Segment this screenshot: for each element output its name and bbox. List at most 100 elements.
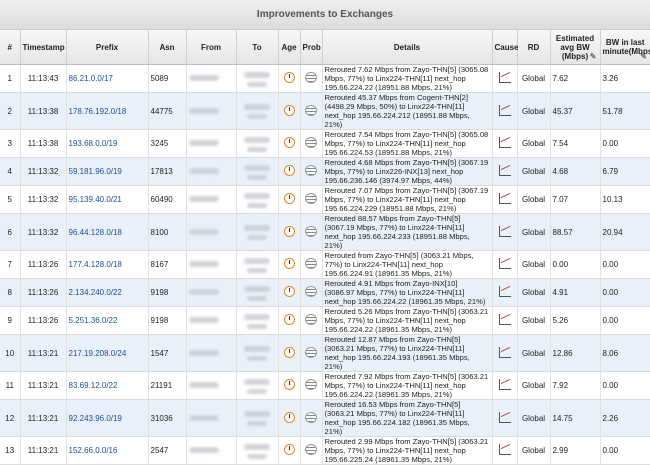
- line-chart-icon[interactable]: [499, 286, 511, 297]
- line-chart-icon[interactable]: [499, 137, 511, 148]
- clock-icon[interactable]: [284, 105, 295, 116]
- clock-icon[interactable]: [284, 444, 295, 455]
- line-chart-icon[interactable]: [499, 412, 511, 423]
- line-chart-icon[interactable]: [499, 444, 511, 455]
- col-header-from[interactable]: From: [186, 30, 236, 65]
- table-row[interactable]: 4 11:13:32 59.181.96.0/19 17813 Rerouted…: [0, 158, 650, 186]
- prefix-link[interactable]: 95.139.40.0/21: [69, 195, 122, 204]
- redacted-to: [244, 225, 270, 231]
- prefix-cell: 86.21.0.0/17: [66, 65, 148, 93]
- clock-icon[interactable]: [284, 314, 295, 325]
- clock-icon[interactable]: [284, 347, 295, 358]
- clock-icon[interactable]: [284, 286, 295, 297]
- clock-icon[interactable]: [284, 72, 295, 83]
- table-row[interactable]: 2 11:13:38 178.76.192.0/18 44775 Reroute…: [0, 93, 650, 130]
- probe-icon[interactable]: [305, 347, 317, 358]
- table-row[interactable]: 5 11:13:32 95.139.40.0/21 60490 Rerouted…: [0, 186, 650, 214]
- probe-icon[interactable]: [305, 105, 317, 116]
- to-cell: [236, 186, 278, 214]
- from-cell: [186, 437, 236, 465]
- redacted-to: [247, 356, 267, 361]
- prefix-link[interactable]: 178.76.192.0/18: [69, 107, 127, 116]
- prefix-link[interactable]: 2.134.240.0/22: [69, 288, 122, 297]
- line-chart-icon[interactable]: [499, 379, 511, 390]
- probe-icon[interactable]: [305, 412, 317, 423]
- line-chart-icon[interactable]: [499, 226, 511, 237]
- col-header-timestamp[interactable]: Timestamp: [20, 30, 66, 65]
- line-chart-icon[interactable]: [499, 72, 511, 83]
- probe-icon[interactable]: [305, 286, 317, 297]
- prefix-link[interactable]: 5.251.36.0/22: [69, 316, 118, 325]
- col-header-bw-last-minute[interactable]: BW in last minute(Mbps) ✎: [600, 30, 650, 65]
- prefix-link[interactable]: 86.21.0.0/17: [69, 74, 113, 83]
- line-chart-icon[interactable]: [499, 347, 511, 358]
- table-row[interactable]: 3 11:13:38 193.68.0.0/19 3245 Rerouted 7…: [0, 130, 650, 158]
- probe-icon[interactable]: [305, 258, 317, 269]
- clock-icon[interactable]: [284, 137, 295, 148]
- clock-icon[interactable]: [284, 379, 295, 390]
- rd-cell: Global: [517, 130, 550, 158]
- col-header-prefix[interactable]: Prefix: [66, 30, 148, 65]
- asn-cell: 5089: [148, 65, 186, 93]
- probe-icon[interactable]: [305, 226, 317, 237]
- probe-icon[interactable]: [305, 444, 317, 455]
- table-row[interactable]: 1 11:13:43 86.21.0.0/17 5089 Rerouted 7.…: [0, 65, 650, 93]
- row-number: 5: [0, 186, 20, 214]
- col-header-to[interactable]: To: [236, 30, 278, 65]
- col-header-estimated-avg-bw[interactable]: Estimated avg BW (Mbps) ✎: [550, 30, 600, 65]
- col-header-rd[interactable]: RD: [517, 30, 550, 65]
- pencil-icon[interactable]: ✎: [640, 52, 647, 61]
- row-number: 1: [0, 65, 20, 93]
- table-row[interactable]: 10 11:13:21 217.19.208.0/24 1547 Reroute…: [0, 335, 650, 372]
- line-chart-icon[interactable]: [499, 165, 511, 176]
- prefix-link[interactable]: 193.68.0.0/19: [69, 139, 118, 148]
- probe-icon[interactable]: [305, 193, 317, 204]
- clock-icon[interactable]: [284, 226, 295, 237]
- col-header-age[interactable]: Age: [278, 30, 300, 65]
- line-chart-icon[interactable]: [499, 314, 511, 325]
- prob-cell: [300, 437, 322, 465]
- table-row[interactable]: 11 11:13:21 83.69.12.0/22 21191 Rerouted…: [0, 372, 650, 400]
- clock-icon[interactable]: [284, 412, 295, 423]
- timestamp-cell: 11:13:38: [20, 130, 66, 158]
- col-header-prob[interactable]: Prob: [300, 30, 322, 65]
- pencil-icon[interactable]: ✎: [590, 52, 597, 61]
- prob-cell: [300, 65, 322, 93]
- table-row[interactable]: 7 11:13:26 177.4.128.0/18 8167 Rerouted …: [0, 251, 650, 279]
- table-row[interactable]: 13 11:13:21 152.66.0.0/16 2547 Rerouted …: [0, 437, 650, 465]
- redacted-to: [244, 444, 270, 450]
- col-header-asn[interactable]: Asn: [148, 30, 186, 65]
- line-chart-icon[interactable]: [499, 193, 511, 204]
- probe-icon[interactable]: [305, 137, 317, 148]
- col-header-cause[interactable]: Cause: [492, 30, 517, 65]
- table-row[interactable]: 8 11:13:26 2.134.240.0/22 9198 Rerouted …: [0, 279, 650, 307]
- probe-icon[interactable]: [305, 379, 317, 390]
- prefix-link[interactable]: 83.69.12.0/22: [69, 381, 118, 390]
- to-cell: [236, 437, 278, 465]
- probe-icon[interactable]: [305, 165, 317, 176]
- redacted-to: [247, 235, 267, 240]
- clock-icon[interactable]: [284, 165, 295, 176]
- prefix-cell: 59.181.96.0/19: [66, 158, 148, 186]
- clock-icon[interactable]: [284, 193, 295, 204]
- age-cell: [278, 158, 300, 186]
- clock-icon[interactable]: [284, 258, 295, 269]
- prefix-link[interactable]: 217.19.208.0/24: [69, 349, 127, 358]
- prefix-link[interactable]: 96.44.128.0/18: [69, 228, 122, 237]
- table-row[interactable]: 9 11:13:26 5.251.36.0/22 9198 Rerouted 5…: [0, 307, 650, 335]
- table-row[interactable]: 12 11:13:21 92.243.96.0/19 31036 Reroute…: [0, 400, 650, 437]
- probe-icon[interactable]: [305, 314, 317, 325]
- line-chart-icon[interactable]: [499, 105, 511, 116]
- to-cell: [236, 214, 278, 251]
- table-body: 1 11:13:43 86.21.0.0/17 5089 Rerouted 7.…: [0, 65, 650, 465]
- prefix-link[interactable]: 92.243.96.0/19: [69, 414, 122, 423]
- line-chart-icon[interactable]: [499, 258, 511, 269]
- prefix-cell: 95.139.40.0/21: [66, 186, 148, 214]
- prefix-link[interactable]: 59.181.96.0/19: [69, 167, 122, 176]
- prefix-link[interactable]: 152.66.0.0/16: [69, 446, 118, 455]
- col-header-num[interactable]: #: [0, 30, 20, 65]
- col-header-details[interactable]: Details: [322, 30, 492, 65]
- probe-icon[interactable]: [305, 72, 317, 83]
- table-row[interactable]: 6 11:13:32 96.44.128.0/18 8100 Rerouted …: [0, 214, 650, 251]
- prefix-link[interactable]: 177.4.128.0/18: [69, 260, 122, 269]
